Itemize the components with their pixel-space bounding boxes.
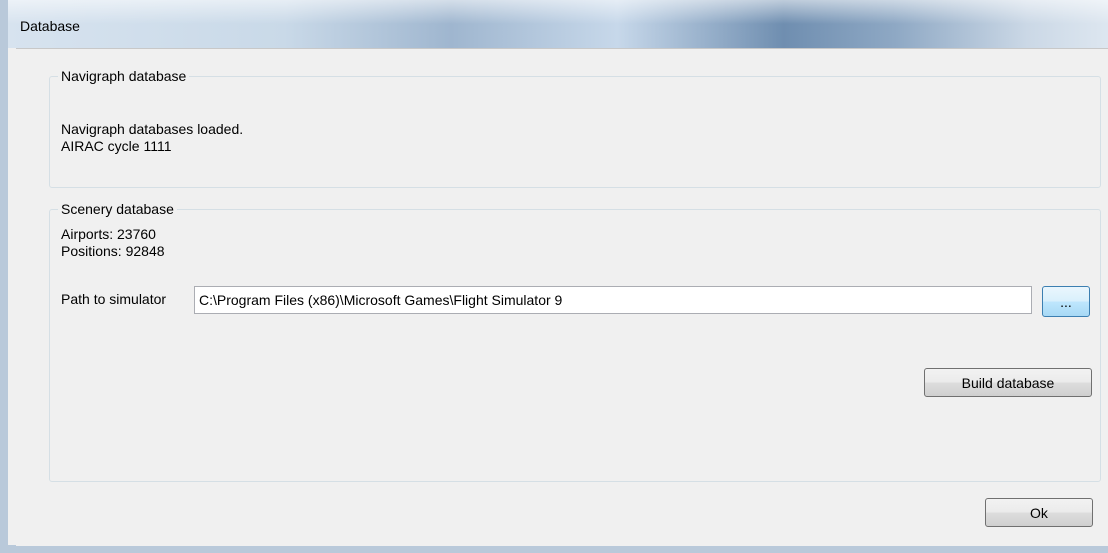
window-title: Database <box>20 18 80 34</box>
navigraph-group-label: Navigraph database <box>58 67 190 85</box>
scenery-group-label: Scenery database <box>58 200 177 218</box>
ok-button[interactable]: Ok <box>985 498 1093 527</box>
client-area: Navigraph database Navigraph databases l… <box>16 48 1108 546</box>
simulator-path-input[interactable] <box>194 286 1032 314</box>
browse-button[interactable]: ... <box>1042 286 1090 317</box>
navigraph-status-text: Navigraph databases loaded. <box>61 121 244 137</box>
build-database-button[interactable]: Build database <box>924 368 1092 397</box>
scenery-group: Scenery database Airports: 23760 Positio… <box>49 200 1101 482</box>
database-window: Database Navigraph database Navigraph da… <box>0 0 1108 553</box>
title-bar[interactable] <box>8 0 1108 48</box>
airac-cycle-text: AIRAC cycle 1111 <box>61 138 172 154</box>
airports-count-text: Airports: 23760 <box>61 226 156 242</box>
navigraph-group: Navigraph database Navigraph databases l… <box>49 67 1101 188</box>
positions-count-text: Positions: 92848 <box>61 243 165 259</box>
path-to-simulator-label: Path to simulator <box>61 291 167 307</box>
